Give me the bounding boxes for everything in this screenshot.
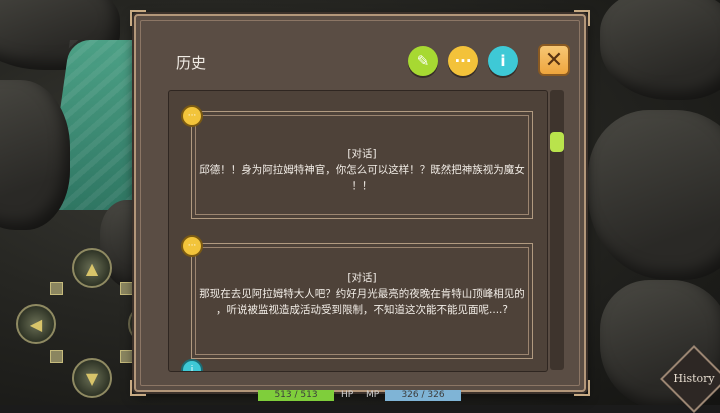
mp-value: 326 / 326 — [385, 390, 461, 401]
frame-corner — [130, 10, 146, 26]
dpad-up-button[interactable]: ▲ — [72, 248, 112, 288]
chat-icon[interactable]: ··· — [448, 46, 478, 76]
panel-title: 历史 — [176, 54, 207, 72]
history-panel: 历史 ✎ ··· i ✕ [对话] 邱德！！身为阿拉姆特神官，你怎么可以这样！？… — [130, 10, 590, 396]
auto-icon[interactable]: ✎ — [408, 46, 438, 76]
dpad-down-button[interactable]: ▼ — [72, 358, 112, 398]
list-item: [对话] 邱德！！身为阿拉姆特神官，你怎么可以这样！？既然把神族视为魔女 ！！ — [191, 111, 533, 219]
entry-text: ，听说被监视造成活动受到限制，不知道这次能不能见面呢....? — [216, 304, 508, 316]
dpad-corner — [120, 282, 133, 295]
mp-label: MP — [366, 390, 380, 400]
info-icon: i — [181, 359, 203, 371]
scrollbar[interactable] — [550, 90, 564, 370]
rock — [588, 110, 720, 280]
close-button[interactable]: ✕ — [538, 44, 570, 76]
speech-bubble-icon: ··· — [181, 235, 203, 257]
dpad-corner — [50, 350, 63, 363]
hp-value: 513 / 513 — [258, 390, 334, 401]
rock — [0, 80, 70, 230]
frame-corner — [574, 10, 590, 26]
entry-text: 邱德！！身为阿拉姆特神官，你怎么可以这样！？既然把神族视为魔女 — [199, 164, 525, 176]
history-list[interactable]: [对话] 邱德！！身为阿拉姆特神官，你怎么可以这样！？既然把神族视为魔女 ！！ … — [168, 90, 548, 372]
entry-tag: [对话] — [347, 148, 377, 160]
hp-label: HP — [341, 390, 354, 400]
dpad-corner — [120, 350, 133, 363]
close-icon: ✕ — [544, 47, 564, 73]
frame-corner — [130, 380, 146, 396]
speech-bubble-icon: ··· — [181, 105, 203, 127]
list-item: [对话] 那现在去见阿拉姆特大人吧？约好月光最亮的夜晚在肯特山顶峰相见的 ，听说… — [191, 243, 533, 359]
entry-text: ！！ — [351, 180, 373, 192]
dpad-left-button[interactable]: ◀ — [16, 304, 56, 344]
entry-tag: [对话] — [347, 272, 377, 284]
scroll-thumb[interactable] — [550, 132, 564, 152]
rock — [600, 0, 720, 100]
history-label: History — [673, 372, 715, 385]
dpad-corner — [50, 282, 63, 295]
info-icon[interactable]: i — [488, 46, 518, 76]
frame-corner — [574, 380, 590, 396]
entry-text: 那现在去见阿拉姆特大人吧？约好月光最亮的夜晚在肯特山顶峰相见的 — [199, 288, 525, 300]
